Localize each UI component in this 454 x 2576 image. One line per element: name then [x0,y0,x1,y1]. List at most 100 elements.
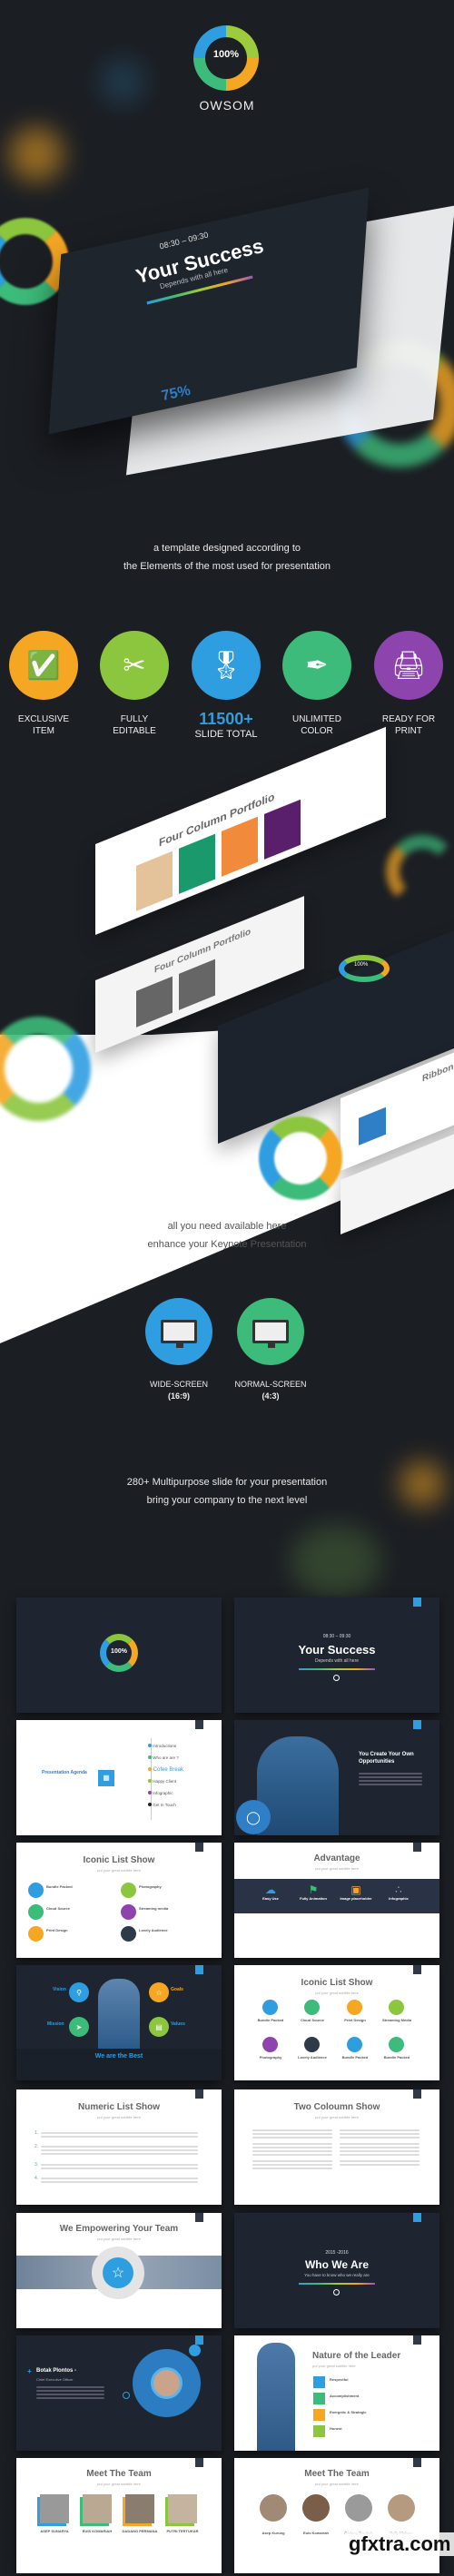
slide-numeric-list[interactable]: Numeric List Show put your great subtitl… [16,2089,222,2205]
team-avatar [260,2494,287,2522]
bokeh-orange [9,127,64,182]
numeric-item: 4. [35,2176,198,2189]
trait-label: Respectful [330,2377,349,2382]
slide-title: Your Success [298,1643,376,1657]
best-title: We are the Best [94,2053,143,2060]
slide-meet-team-1[interactable]: Meet The Team put your great subtitle he… [16,2458,222,2573]
list-label: Print Design [344,2018,366,2022]
team-photo [125,2494,154,2523]
agenda-dot [148,1779,152,1783]
trait-label: Energetic & Strategic [330,2410,367,2414]
slide-number-tag [413,2458,421,2467]
slide-title: Meet The Team [304,2469,370,2479]
item-number: 1. [35,2130,39,2136]
slide-we-are-best[interactable]: ⚲ Vision ☆ Goals ➤ Mission ▤ Values We a… [16,1965,222,2080]
list-label: Cloud Source [46,1906,71,1911]
cloud-icon [304,2000,320,2015]
slide-empowering-team[interactable]: We Empowering Your Team put your great s… [16,2213,222,2328]
bundle-icon [28,1883,44,1898]
multipurpose-line-2: bring your company to the next level [146,1495,308,1506]
iso-ribbon-title: Ribbon [422,1061,454,1085]
column-left [252,2128,332,2171]
feature-label: READY FOR [381,714,436,724]
wireframe-thumb [136,976,173,1027]
team-photo [83,2494,112,2523]
slide-number-tag [195,1965,203,1974]
slide-logo-percent: 100% [111,1648,127,1655]
bundle-icon [262,2000,278,2015]
slide-subtitle: put your great subtitle here [315,1991,359,1995]
slide-subtitle: put your great subtitle here [97,2237,141,2241]
streaming-icon [121,1904,136,1920]
slide-agenda[interactable]: Presentation Agenda ▦ Introductions Who … [16,1720,222,1835]
feature-label: COLOR [301,726,333,736]
search-icon: ⚲ [69,1982,89,2002]
agenda-label: Get In Touch [153,1803,176,1807]
ceo-bio [36,2384,104,2401]
agenda-dot [148,1744,152,1747]
ceo-avatar [151,2367,183,2399]
slide-number-tag [413,1965,421,1974]
leader-photo [257,2343,295,2451]
slide-nature-leader[interactable]: Nature of the Leader put your great subt… [234,2335,439,2451]
slide-ceo-profile[interactable]: + Botak Plontos - Chief Executive Office… [16,2335,222,2451]
advantage-item: ▣ Image placeholder [338,1883,374,1901]
slide-number-tag [413,2213,421,2222]
graph-nodes-icon: ∴ [395,1883,402,1896]
lightbulb-icon: ◯ [236,1800,271,1834]
bundle-icon [389,2037,404,2052]
slide-number-tag [413,2089,421,2099]
watermark: gfxtra.com [345,2532,454,2556]
promo-page: 100% OWSOM 08:30 – 09:30 Your Success De… [0,0,454,2576]
slide-subtitle: put your great subtitle here [97,2482,141,2486]
slide-title: Numeric List Show [77,2102,160,2112]
mission-label: Mission [47,2021,64,2027]
agenda-dot [148,1791,152,1794]
agenda-item: Who are are ? [148,1755,183,1767]
member-name: PUTRI TERTUKAR [166,2529,199,2533]
slide-iconic-list-2[interactable]: Iconic List Show put your great subtitle… [234,1965,439,2080]
slide-advantage[interactable]: Advantage put your great subtitle here ☁… [234,1843,439,1958]
list-label: Bundle Packed [341,2055,369,2060]
print-icon [347,2000,362,2015]
rainbow-bar [299,2283,375,2285]
slide-number-tag [413,1720,421,1729]
slide-subtitle: put your great subtitle here [312,2364,356,2368]
team-photo [168,2494,197,2523]
portfolio-thumb [222,816,258,877]
slide-who-we-are[interactable]: 2015 -2016 Who We Are You have to know w… [234,2213,439,2328]
feature-label: UNLIMITED [292,714,341,724]
numeric-item: 2. [35,2144,198,2162]
slide-opportunities[interactable]: ◯ You Create Your Own Opportunities [234,1720,439,1835]
trait-label: Honest [330,2426,342,2431]
feature-print: 🖨 READY FOR PRINT [372,631,445,737]
slide-years: 2015 -2016 [325,2250,349,2256]
feature-slides: 🎖 11500+ SLIDE TOTAL [190,631,262,741]
portfolio-thumb [136,850,173,911]
list-label: Streaming media [139,1906,169,1911]
agenda-title: Presentation Agenda [42,1770,87,1775]
slide-number-tag [195,2458,203,2467]
iso-logo-percent: 100% [354,962,369,968]
slide-time: 08:30 – 09:30 [322,1634,351,1639]
feature-label: EXCLUSIVE [17,714,70,724]
slide-your-success[interactable]: 08:30 – 09:30 Your Success Depends with … [234,1598,439,1713]
slide-number-tag [413,2335,421,2345]
slide-iconic-list-1[interactable]: Iconic List Show put your great subtitle… [16,1843,222,1958]
diamond-icon [313,2393,325,2404]
feature-label: SLIDE TOTAL [194,729,258,740]
slide-title: Advantage [313,1853,360,1863]
slide-subtitle: put your great subtitle here [315,2482,359,2486]
slide-two-column[interactable]: Two Coloumn Show put your great subtitle… [234,2089,439,2205]
feature-label: EDITABLE [113,726,156,736]
agenda-label: Infographic [153,1791,173,1795]
circle-icon [333,2289,340,2296]
streaming-icon [389,2000,404,2015]
feature-editable: ✂ FULLY EDITABLE [98,631,171,737]
opportunities-text [359,1771,422,1787]
bundle-icon [347,2037,362,2052]
slide-logo[interactable]: 100% [16,1598,222,1713]
keynote-line-2: enhance your Keynote Presentation [147,1239,307,1250]
slide-subtitle: put your great subtitle here [315,2115,359,2119]
camera-icon: ▣ [350,1883,361,1896]
